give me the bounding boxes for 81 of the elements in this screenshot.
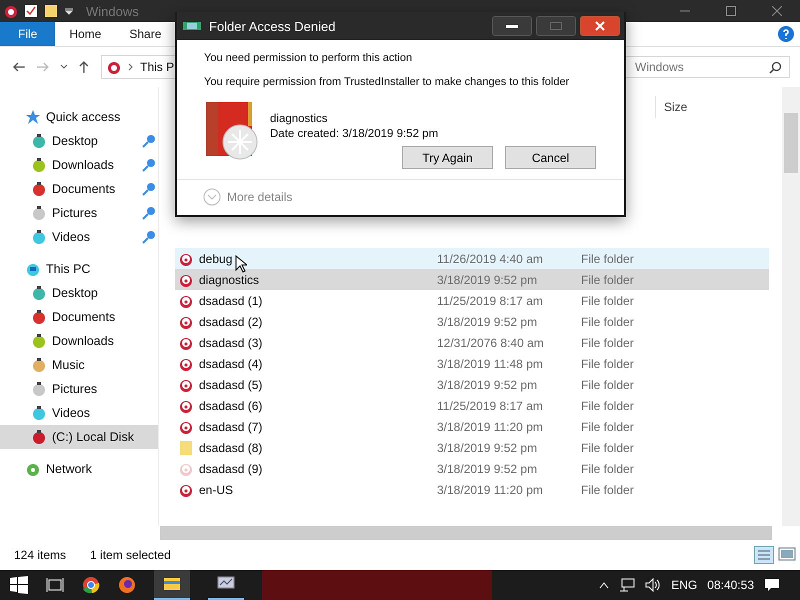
firefox-icon[interactable]	[118, 576, 136, 594]
file-row[interactable]: en-US 3/18/2019 11:20 pm File folder	[175, 479, 769, 500]
dialog-message: You require permission from TrustedInstaller to make changes to this folder	[204, 76, 570, 88]
file-row[interactable]: dsadasd (2) 3/18/2019 9:52 pm File folder	[175, 311, 769, 332]
window-icon	[183, 20, 201, 32]
file-explorer-taskbar-button[interactable]	[154, 570, 190, 600]
notification-icon[interactable]	[764, 578, 780, 592]
file-row[interactable]: debug 11/26/2019 4:40 am File folder	[175, 248, 769, 269]
sidebar-item[interactable]: Desktop	[0, 281, 158, 305]
file-row[interactable]: diagnostics 3/18/2019 9:52 pm File folder	[175, 269, 769, 290]
dialog-button[interactable]: Try Again	[402, 146, 493, 169]
sidebar-item[interactable]: Pictures	[0, 377, 158, 401]
network-icon	[26, 462, 40, 476]
sidebar-item[interactable]: Music	[0, 353, 158, 377]
close-button[interactable]	[580, 16, 620, 36]
chrome-icon[interactable]	[82, 576, 100, 594]
sidebar-item[interactable]: Quick access	[0, 105, 158, 129]
chevron-icon[interactable]	[60, 63, 68, 71]
close-icon	[772, 6, 782, 16]
chevron-right-icon	[128, 63, 134, 71]
mouse-cursor-icon	[235, 255, 247, 273]
ribbon-tab[interactable]: File	[0, 22, 56, 46]
details-view-icon[interactable]	[754, 546, 774, 564]
maximize-icon	[726, 6, 736, 16]
folder-icon	[163, 576, 181, 592]
folder-name: diagnostics	[270, 112, 329, 127]
close-icon	[595, 21, 605, 31]
more-details-button[interactable]: More details	[203, 188, 292, 206]
minimize-button[interactable]	[492, 16, 532, 36]
back-arrow-icon[interactable]	[12, 60, 26, 74]
thumbnail-view-icon[interactable]	[778, 546, 796, 562]
date-created: Date created: 3/18/2019 9:52 pm	[270, 127, 438, 142]
file-row[interactable]: dsadasd (9) 3/18/2019 9:52 pm File folder	[175, 458, 769, 479]
chevron-circle-icon	[203, 188, 221, 206]
dialog-title: Folder Access Denied	[209, 18, 336, 34]
help-icon[interactable]	[778, 26, 794, 42]
sidebar-item[interactable]: Documents	[0, 305, 158, 329]
checklist-icon[interactable]	[24, 4, 38, 18]
file-row[interactable]: dsadasd (6) 11/25/2019 8:17 am File folder	[175, 395, 769, 416]
network-icon[interactable]	[619, 578, 636, 592]
sidebar-item[interactable]: This PC	[0, 257, 158, 281]
gift-box-ornament-icon	[204, 100, 260, 160]
sidebar-item[interactable]: Downloads	[0, 153, 158, 177]
task-view-icon[interactable]	[46, 577, 64, 593]
file-row[interactable]: dsadasd (4) 3/18/2019 11:48 pm File folder	[175, 353, 769, 374]
folder-icon[interactable]	[44, 4, 58, 18]
column-header[interactable]: Size	[655, 96, 722, 118]
computer-icon	[26, 262, 40, 276]
sidebar-item[interactable]: Videos	[0, 225, 158, 249]
folder-icon	[179, 440, 193, 456]
minimize-icon	[506, 24, 518, 28]
maximize-icon	[550, 22, 562, 30]
sidebar-item[interactable]: Documents	[0, 177, 158, 201]
clock[interactable]: 08:40:53	[707, 578, 754, 592]
sidebar-item[interactable]: Pictures	[0, 201, 158, 225]
start-icon[interactable]	[10, 576, 28, 594]
file-row[interactable]: dsadasd (1) 11/25/2019 8:17 am File folder	[175, 290, 769, 311]
sidebar-item[interactable]: Network	[0, 457, 158, 481]
dialog-heading: You need permission to perform this action	[204, 52, 414, 64]
item-count: 124 items	[14, 548, 66, 562]
speaker-icon[interactable]	[645, 578, 662, 592]
dialog-button[interactable]: Cancel	[505, 146, 596, 169]
sidebar-item[interactable]: Desktop	[0, 129, 158, 153]
file-row[interactable]: dsadasd (3) 12/31/2076 8:40 am File folder	[175, 332, 769, 353]
search-icon[interactable]	[769, 61, 782, 74]
file-row[interactable]: dsadasd (7) 3/18/2019 11:20 pm File folder	[175, 416, 769, 437]
sidebar-item[interactable]: Downloads	[0, 329, 158, 353]
star-icon	[26, 110, 40, 124]
selection-count: 1 item selected	[90, 548, 171, 562]
language-indicator[interactable]: ENG	[671, 578, 698, 592]
sidebar-item[interactable]: Videos	[0, 401, 158, 425]
dropdown-icon[interactable]	[64, 6, 74, 16]
window-title: Windows	[86, 4, 139, 18]
file-row[interactable]: dsadasd (8) 3/18/2019 9:52 pm File folder	[175, 437, 769, 458]
file-row[interactable]: dsadasd (5) 3/18/2019 9:52 pm File folder	[175, 374, 769, 395]
chevron-up-icon[interactable]	[599, 581, 610, 589]
ornament-icon	[4, 4, 18, 18]
ornament-icon	[106, 59, 122, 75]
horizontal-scrollbar[interactable]	[160, 526, 772, 540]
vertical-scrollbar[interactable]	[782, 87, 800, 526]
sidebar-item[interactable]: (C:) Local Disk	[0, 425, 158, 449]
